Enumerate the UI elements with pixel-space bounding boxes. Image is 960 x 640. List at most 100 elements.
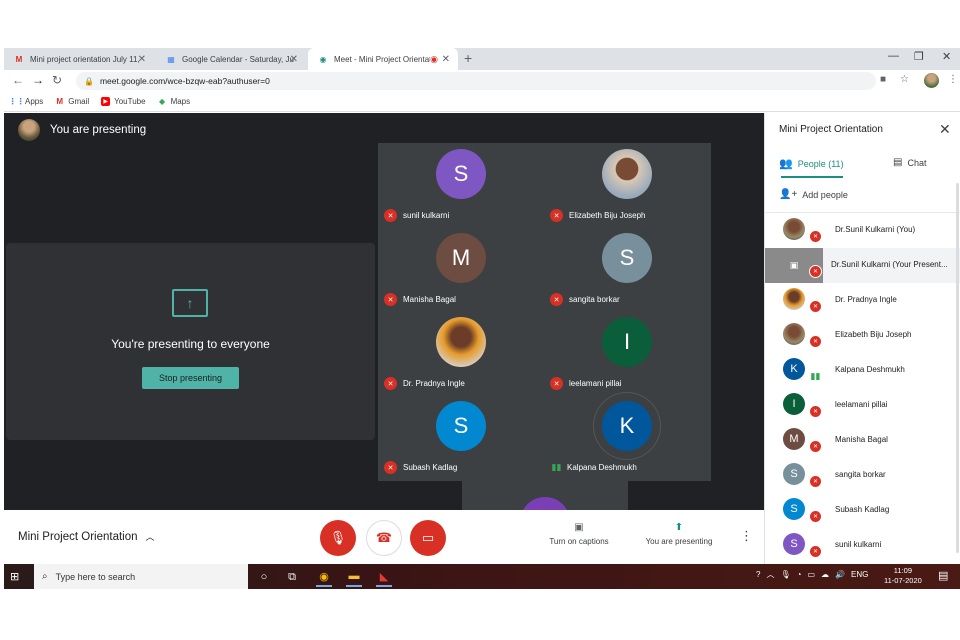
forward-icon[interactable]: → — [32, 73, 44, 87]
chrome-icon[interactable]: ◉ — [316, 567, 332, 587]
recording-icon: ◉ — [430, 53, 438, 64]
participant-tile[interactable]: S ✕ sangita borkar — [544, 227, 710, 311]
person-avatar: S — [783, 463, 805, 485]
reload-icon[interactable]: ↻ — [52, 73, 62, 87]
clock[interactable]: 11:09 11-07-2020 — [884, 566, 922, 586]
close-tab-icon[interactable]: ✕ — [442, 54, 450, 65]
mic-off-icon: ✕ — [809, 335, 822, 348]
participant-tile[interactable]: ✕ Dr. Pradnya Ingle — [378, 311, 544, 395]
mic-off-icon: ✕ — [809, 475, 822, 488]
search-icon: ⌕ — [42, 571, 48, 582]
mic-off-icon: ✕ — [550, 209, 563, 222]
list-item[interactable]: S ✕ sunil kulkarni — [765, 528, 960, 563]
mic-off-icon: ✕ — [809, 230, 822, 243]
window-close-icon[interactable]: ✕ — [942, 50, 951, 63]
present-icon: ⬆ — [674, 522, 684, 533]
list-item[interactable]: I ✕ leelamani pillai — [765, 388, 960, 423]
bookmark-apps[interactable]: ⋮⋮ Apps — [8, 97, 44, 106]
bookmark-maps[interactable]: ◆ Maps — [158, 97, 191, 106]
list-item[interactable]: M ✕ Manisha Bagal — [765, 423, 960, 458]
list-item[interactable]: ✕ Dr. Pradnya Ingle — [765, 283, 960, 318]
captions-button[interactable]: ▣ Turn on captions — [534, 522, 624, 546]
cloud-icon[interactable]: ☁ — [821, 570, 829, 579]
notifications-icon[interactable]: ▤ — [938, 569, 948, 582]
file-explorer-icon[interactable]: ▬ — [346, 567, 362, 587]
tab-meet[interactable]: ◉ Meet - Mini Project Orientati ◉ ✕ — [308, 48, 458, 70]
language-indicator[interactable]: ENG — [851, 570, 868, 579]
presenting-label: You are presenting — [645, 537, 713, 546]
person-name: Dr. Pradnya Ingle — [835, 295, 897, 304]
back-icon[interactable]: ← — [12, 73, 24, 87]
participant-name: Subash Kadlag — [403, 463, 458, 472]
participant-tile[interactable]: ✕ Elizabeth Biju Joseph — [544, 143, 710, 227]
camera-off-icon: ▭ — [421, 530, 435, 545]
tab-calendar[interactable]: ▦ Google Calendar - Saturday, July ✕ — [156, 48, 306, 70]
participant-tile[interactable]: M ✕ Manisha Bagal — [378, 227, 544, 311]
url-input[interactable]: 🔒 meet.google.com/wce-bzqw-eab?authuser=… — [76, 72, 876, 90]
list-item[interactable]: ✕ Elizabeth Biju Joseph — [765, 318, 960, 353]
new-tab-icon[interactable]: + — [464, 50, 472, 66]
more-options-icon[interactable]: ⋮ — [740, 528, 753, 544]
present-screen-icon: ↑ — [172, 289, 208, 317]
tab-people[interactable]: 👥 People (11) — [779, 157, 844, 170]
participant-tile[interactable]: K ▮▮ Kalpana Deshmukh — [544, 395, 710, 479]
apps-icon: ⋮⋮ — [8, 97, 25, 106]
search-placeholder: Type here to search — [55, 571, 136, 582]
bookmark-label: Maps — [170, 97, 191, 106]
close-tab-icon[interactable]: ✕ — [290, 54, 298, 65]
stop-presenting-button[interactable]: Stop presenting — [142, 367, 239, 389]
close-tab-icon[interactable]: ✕ — [138, 54, 146, 65]
add-people-button[interactable]: 👤+ Add people — [779, 189, 848, 200]
person-name: Elizabeth Biju Joseph — [835, 330, 912, 339]
task-view-icon[interactable]: ⧉ — [284, 569, 300, 585]
bookmark-youtube[interactable]: ▶ YouTube — [101, 97, 146, 106]
person-avatar: I — [783, 393, 805, 415]
network-icon[interactable]: ◔ — [797, 570, 802, 579]
star-icon[interactable]: ☆ — [900, 74, 909, 85]
participant-name: Elizabeth Biju Joseph — [569, 211, 646, 220]
volume-icon[interactable]: 🔊 — [835, 570, 845, 579]
tab-title: Meet - Mini Project Orientati — [334, 54, 430, 64]
person-avatar: S — [783, 533, 805, 555]
mic-icon[interactable]: 🎙 — [780, 570, 790, 579]
speaking-icon: ▮▮ — [551, 462, 562, 472]
participant-tile[interactable]: I ✕ leelamani pillai — [544, 311, 710, 395]
list-item[interactable]: ✕ Dr.Sunil Kulkarni (You) — [765, 213, 960, 248]
panel-scrollbar[interactable] — [956, 183, 959, 553]
list-item[interactable]: S ✕ Subash Kadlag — [765, 493, 960, 528]
mic-toggle-button[interactable]: 🎙 — [320, 520, 356, 556]
windows-start-icon[interactable]: ⊞ — [10, 570, 19, 583]
tab-chat[interactable]: ▤ Chat — [893, 157, 926, 168]
help-icon[interactable]: ? — [756, 570, 760, 579]
list-item[interactable]: ▣ ✕ Dr.Sunil Kulkarni (Your Present... — [765, 248, 960, 283]
camera-toggle-button[interactable]: ▭ — [410, 520, 446, 556]
tab-gmail[interactable]: M Mini project orientation July 11, ✕ — [4, 48, 154, 70]
mic-off-icon: ✕ — [550, 293, 563, 306]
participant-tile[interactable]: S ✕ sunil kulkarni — [378, 143, 544, 227]
menu-icon[interactable]: ⋮ — [948, 74, 958, 85]
taskbar-search[interactable]: ⌕ Type here to search — [34, 564, 248, 589]
battery-icon[interactable]: ▭ — [807, 570, 815, 579]
clock-date: 11-07-2020 — [884, 576, 922, 585]
participant-tile[interactable]: S ✕ Subash Kadlag — [378, 395, 544, 479]
camera-icon[interactable]: ■ — [880, 74, 886, 85]
people-panel: Mini Project Orientation ✕ 👥 People (11)… — [764, 113, 960, 564]
list-item[interactable]: K ▮▮ Kalpana Deshmukh — [765, 353, 960, 388]
bookmark-gmail[interactable]: M Gmail — [55, 97, 89, 106]
show-hidden-icon[interactable]: ︿ — [766, 569, 774, 580]
meeting-details-toggle[interactable]: Mini Project Orientation ︿ — [18, 530, 155, 543]
acrobat-icon[interactable]: ◣ — [376, 567, 392, 587]
participant-tile-partial[interactable] — [462, 481, 628, 510]
profile-avatar[interactable] — [924, 73, 939, 88]
person-name: leelamani pillai — [835, 400, 888, 409]
minimize-icon[interactable]: — — [888, 50, 899, 62]
close-panel-icon[interactable]: ✕ — [939, 121, 951, 138]
leave-call-button[interactable]: ☎ — [366, 520, 402, 556]
list-item[interactable]: S ✕ sangita borkar — [765, 458, 960, 493]
cortana-icon[interactable]: ○ — [256, 569, 272, 585]
presentation-card: ↑ You're presenting to everyone Stop pre… — [6, 243, 375, 440]
hang-up-icon: ☎ — [375, 530, 393, 545]
presenting-button[interactable]: ⬆ You are presenting — [634, 522, 724, 546]
restore-icon[interactable]: ❐ — [914, 50, 924, 63]
participant-avatar: I — [602, 317, 652, 367]
